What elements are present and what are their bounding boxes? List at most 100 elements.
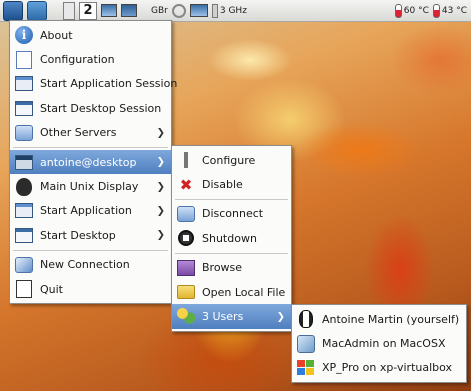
menu-item-user-antoine[interactable]: Antoine Martin (yourself) (292, 307, 466, 331)
disable-icon: ✖ (179, 175, 193, 194)
menu-item-label: Shutdown (202, 231, 257, 245)
menu-item-label: Start Desktop Session (40, 101, 162, 115)
launcher-button[interactable] (27, 0, 47, 21)
submenu-arrow-icon: ❯ (156, 181, 165, 193)
menu-item-label: 3 Users (202, 310, 244, 324)
menu-item-label: antoine@desktop (40, 155, 137, 169)
submenu-arrow-icon: ❯ (156, 156, 165, 168)
menu-item-disconnect[interactable]: Disconnect (172, 202, 291, 226)
cpu-freq-applet[interactable]: 3 GHz (211, 1, 247, 21)
xpra-tray-button[interactable] (3, 0, 23, 21)
display-applet[interactable] (121, 1, 137, 21)
submenu-arrow-icon: ❯ (156, 127, 165, 139)
desktop-session-icon (14, 98, 34, 118)
menu-item-label: Configure (202, 153, 256, 167)
menu-item-other-servers[interactable]: Other Servers ❯ (10, 121, 171, 145)
browse-icon (176, 258, 196, 278)
menu-item-label: MacAdmin on MacOSX (322, 337, 446, 351)
application-session-icon (14, 74, 34, 94)
menu-item-label: Main Unix Display (40, 180, 139, 194)
submenu-arrow-icon: ❯ (156, 205, 165, 217)
main-menu: i About Configuration Start Application S… (9, 20, 177, 305)
menu-item-open-local-file[interactable]: Open Local File (172, 280, 291, 304)
menu-separator (175, 198, 288, 200)
gnome-foot-icon (14, 177, 34, 197)
menu-separator (175, 252, 288, 254)
submenu-arrow-icon: ❯ (156, 229, 165, 241)
monitor-icon (101, 4, 117, 17)
thermometer-icon (432, 3, 440, 18)
menu-item-user-macadmin[interactable]: MacAdmin on MacOSX (292, 331, 466, 355)
display-icon (121, 4, 137, 17)
menu-item-label: Antoine Martin (yourself) (322, 312, 460, 326)
menu-item-shutdown[interactable]: Shutdown (172, 226, 291, 250)
workspace-1-indicator (63, 1, 75, 20)
menu-item-label: Browse (202, 261, 243, 275)
cpu-icon (211, 3, 218, 18)
server-icon (14, 152, 34, 172)
menu-item-label: Open Local File (202, 285, 286, 299)
xpra-tray-icon (3, 0, 23, 21)
launcher-icon (27, 0, 47, 21)
menu-item-label: XP_Pro on xp-virtualbox (322, 361, 453, 375)
menu-item-3-users[interactable]: 3 Users ❯ (172, 304, 291, 329)
menu-item-start-desktop[interactable]: Start Desktop ❯ (10, 223, 171, 247)
menu-item-start-application[interactable]: Start Application ❯ (10, 199, 171, 223)
menu-item-label: Quit (40, 282, 63, 296)
temperature-1: 60 °C (403, 5, 429, 16)
menu-item-configure[interactable]: Configure (172, 148, 291, 172)
start-application-icon (14, 201, 34, 221)
menu-item-antoine-desktop[interactable]: antoine@desktop ❯ (10, 149, 171, 175)
menu-item-start-desktop-session[interactable]: Start Desktop Session (10, 96, 171, 120)
network-applet[interactable] (189, 1, 208, 21)
menu-item-quit[interactable]: Quit (10, 277, 171, 301)
menu-separator (13, 249, 168, 251)
menu-item-label: New Connection (40, 258, 130, 272)
panel-separator (141, 1, 147, 21)
shutdown-icon (176, 228, 196, 248)
folder-icon (176, 282, 196, 302)
menu-item-browse[interactable]: Browse (172, 256, 291, 280)
workspace-1[interactable] (63, 1, 75, 21)
temperature-2: 43 °C (441, 5, 467, 16)
menu-item-label: Configuration (40, 53, 115, 67)
monitor-applet[interactable] (101, 1, 117, 21)
panel-separator (51, 1, 59, 21)
network-icon (189, 4, 208, 17)
network-label: GBr (151, 5, 168, 16)
volume-icon (171, 3, 186, 18)
network-monitor[interactable]: GBr (151, 1, 168, 21)
menu-item-user-xp-pro[interactable]: XP_Pro on xp-virtualbox (292, 356, 466, 380)
macos-icon (296, 334, 316, 354)
menu-item-main-unix-display[interactable]: Main Unix Display ❯ (10, 174, 171, 198)
info-icon: i (14, 25, 34, 45)
menu-item-about[interactable]: i About (10, 23, 171, 47)
menu-item-disable[interactable]: ✖ Disable (172, 172, 291, 196)
menu-item-configuration[interactable]: Configuration (10, 47, 171, 71)
temp-sensor-1[interactable]: 60 °C (394, 1, 429, 21)
users-submenu: Antoine Martin (yourself) MacAdmin on Ma… (291, 304, 467, 384)
menu-separator (13, 146, 168, 148)
thermometer-icon (394, 3, 402, 18)
temp-sensor-2[interactable]: 43 °C (432, 1, 467, 21)
menu-item-start-application-session[interactable]: Start Application Session (10, 72, 177, 96)
submenu-arrow-icon: ❯ (276, 311, 285, 323)
configuration-icon (14, 50, 34, 70)
top-panel: 2 GBr 3 GHz 60 °C 43 °C (0, 0, 471, 22)
menu-item-label: Start Desktop (40, 228, 116, 242)
new-connection-icon (14, 255, 34, 275)
menu-item-label: Disconnect (202, 207, 264, 221)
windows-xp-icon (296, 358, 316, 378)
cpu-frequency: 3 GHz (219, 5, 247, 16)
server-submenu: Configure ✖ Disable Disconnect Shutdown B… (171, 145, 292, 332)
menu-item-label: Start Application Session (40, 77, 178, 91)
volume-applet[interactable] (171, 1, 186, 21)
menu-item-label: About (40, 28, 73, 42)
menu-item-label: Disable (202, 178, 243, 192)
disconnect-icon (176, 204, 196, 224)
quit-icon (14, 279, 34, 299)
workspace-2[interactable]: 2 (79, 1, 97, 21)
menu-item-new-connection[interactable]: New Connection (10, 253, 171, 277)
users-icon (176, 307, 196, 327)
menu-item-label: Start Application (40, 204, 132, 218)
